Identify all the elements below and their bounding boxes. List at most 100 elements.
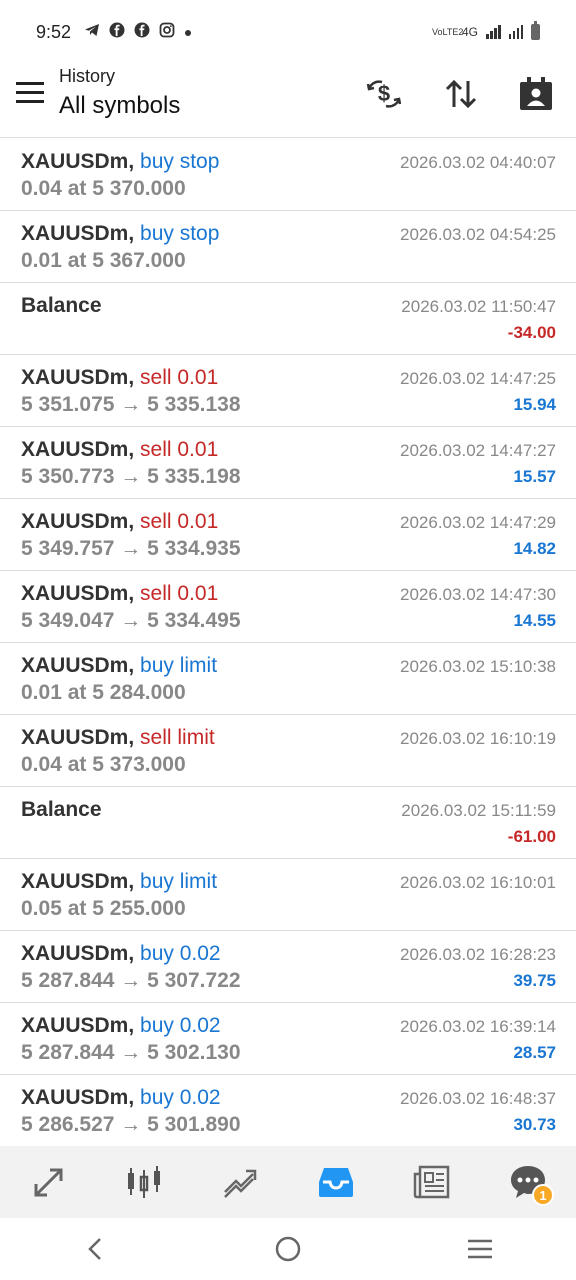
row-detail: 5 351.075 → 5 335.138	[21, 393, 241, 416]
back-icon[interactable]	[66, 1224, 126, 1274]
row-profit: 15.94	[513, 395, 556, 414]
row-order-type: sell 0.01	[140, 510, 219, 533]
row-detail: 0.01 at 5 367.000	[21, 249, 186, 272]
history-row[interactable]: XAUUSDm, buy 0.02 5 286.527 → 5 301.890 20…	[0, 1075, 576, 1147]
row-title: Balance	[21, 798, 102, 822]
row-order-type: buy 0.02	[140, 942, 221, 965]
hamburger-menu-icon[interactable]	[16, 82, 44, 104]
row-title: XAUUSDm, buy 0.02	[21, 942, 221, 966]
history-row[interactable]: XAUUSDm, sell limit 0.04 at 5 373.000 2026…	[0, 715, 576, 787]
row-profit: 28.57	[513, 1043, 556, 1062]
history-row[interactable]: Balance 2026.03.02 15:11:59 -61.00	[0, 787, 576, 859]
row-title: Balance	[21, 294, 102, 318]
row-separator: ,	[128, 510, 141, 533]
messages-icon[interactable]: 1	[498, 1152, 558, 1212]
status-bar: 9:52 VoLTE2 4G	[0, 0, 576, 64]
facebook-icon	[109, 22, 125, 42]
history-row[interactable]: XAUUSDm, buy stop 0.04 at 5 370.000 2026.0…	[0, 139, 576, 211]
row-timestamp: 2026.03.02 16:10:01	[400, 873, 556, 892]
home-icon[interactable]	[258, 1224, 318, 1274]
row-symbol: XAUUSDm	[21, 726, 129, 749]
row-detail: 5 287.844 → 5 307.722	[21, 969, 241, 992]
calendar-period-icon[interactable]	[516, 74, 556, 114]
recent-apps-icon[interactable]	[450, 1224, 510, 1274]
chart-candles-icon[interactable]	[114, 1152, 174, 1212]
row-order-type: sell 0.01	[140, 366, 219, 389]
row-detail: 0.04 at 5 373.000	[21, 753, 186, 776]
row-profit: -61.00	[507, 827, 556, 846]
row-timestamp: 2026.03.02 14:47:25	[400, 369, 556, 388]
row-profit: -34.00	[507, 323, 556, 342]
row-timestamp: 2026.03.02 04:54:25	[400, 225, 556, 244]
row-separator: ,	[128, 222, 141, 245]
row-order-type: sell 0.01	[140, 582, 219, 605]
status-time: 9:52	[36, 21, 72, 42]
news-icon[interactable]	[402, 1152, 462, 1212]
history-list: XAUUSDm, buy stop 0.04 at 5 370.000 2026.0…	[0, 139, 576, 1147]
row-order-type: sell limit	[140, 726, 215, 749]
row-separator: ,	[128, 726, 141, 749]
row-title: XAUUSDm, sell limit	[21, 726, 215, 750]
row-order-type: buy 0.02	[140, 1086, 221, 1109]
row-timestamp: 2026.03.02 14:47:29	[400, 513, 556, 532]
signal-strength-icon	[508, 25, 523, 39]
row-timestamp: 2026.03.02 16:28:23	[400, 945, 556, 964]
row-title: XAUUSDm, sell 0.01	[21, 438, 218, 462]
history-row[interactable]: XAUUSDm, buy limit 0.05 at 5 255.000 2026.…	[0, 859, 576, 931]
history-row[interactable]: XAUUSDm, sell 0.01 5 351.075 → 5 335.138 2…	[0, 355, 576, 427]
network-type: 4G	[461, 25, 478, 39]
volte-indicator: VoLTE2	[431, 26, 464, 37]
row-title: XAUUSDm, buy stop	[21, 150, 219, 174]
row-order-type: buy 0.02	[140, 1014, 221, 1037]
trade-icon[interactable]	[210, 1152, 270, 1212]
history-row[interactable]: XAUUSDm, sell 0.01 5 350.773 → 5 335.198 2…	[0, 427, 576, 499]
history-row[interactable]: Balance 2026.03.02 11:50:47 -34.00	[0, 283, 576, 355]
messages-badge: 1	[532, 1184, 554, 1206]
history-row[interactable]: XAUUSDm, buy stop 0.01 at 5 367.000 2026.0…	[0, 211, 576, 283]
bottom-navigation: 1	[0, 1146, 576, 1218]
row-timestamp: 2026.03.02 14:47:30	[400, 585, 556, 604]
row-separator: ,	[128, 582, 141, 605]
row-title: XAUUSDm, sell 0.01	[21, 366, 218, 390]
row-symbol: XAUUSDm	[21, 222, 129, 245]
history-inbox-icon[interactable]	[306, 1152, 366, 1212]
row-detail: 0.01 at 5 284.000	[21, 681, 186, 704]
sort-icon[interactable]	[441, 74, 481, 114]
history-row[interactable]: XAUUSDm, buy 0.02 5 287.844 → 5 302.130 20…	[0, 1003, 576, 1075]
title-block[interactable]: History All symbols	[59, 66, 180, 120]
row-separator: ,	[128, 942, 141, 965]
row-separator: ,	[128, 1086, 141, 1109]
system-navigation-bar	[0, 1218, 576, 1280]
row-symbol: XAUUSDm	[21, 654, 129, 677]
history-row[interactable]: XAUUSDm, buy limit 0.01 at 5 284.000 2026.…	[0, 643, 576, 715]
row-detail: 5 286.527 → 5 301.890	[21, 1113, 241, 1136]
row-order-type: buy stop	[140, 150, 220, 173]
row-order-type: buy stop	[140, 222, 220, 245]
row-timestamp: 2026.03.02 14:47:27	[400, 441, 556, 460]
history-row[interactable]: XAUUSDm, buy 0.02 5 287.844 → 5 307.722 20…	[0, 931, 576, 1003]
row-profit: 15.57	[513, 467, 556, 486]
row-symbol: XAUUSDm	[21, 942, 129, 965]
row-symbol: XAUUSDm	[21, 870, 129, 893]
row-title: XAUUSDm, buy stop	[21, 222, 219, 246]
row-symbol: Balance	[21, 798, 102, 821]
page-title: All symbols	[59, 92, 181, 119]
row-title: XAUUSDm, buy 0.02	[21, 1014, 221, 1038]
row-timestamp: 2026.03.02 04:40:07	[400, 153, 556, 172]
history-row[interactable]: XAUUSDm, sell 0.01 5 349.047 → 5 334.495 2…	[0, 571, 576, 643]
row-detail: 5 349.757 → 5 334.935	[21, 537, 241, 560]
row-symbol: XAUUSDm	[21, 366, 129, 389]
history-row[interactable]: XAUUSDm, sell 0.01 5 349.757 → 5 334.935 2…	[0, 499, 576, 571]
row-profit: 30.73	[513, 1115, 556, 1134]
row-timestamp: 2026.03.02 11:50:47	[401, 297, 556, 316]
row-separator: ,	[128, 438, 141, 461]
row-title: XAUUSDm, buy limit	[21, 654, 217, 678]
currency-exchange-icon[interactable]: $	[364, 74, 404, 114]
row-detail: 0.04 at 5 370.000	[21, 177, 186, 200]
row-symbol: Balance	[21, 294, 102, 317]
quotes-icon[interactable]	[18, 1152, 78, 1212]
row-title: XAUUSDm, buy 0.02	[21, 1086, 221, 1110]
row-order-type: buy limit	[140, 870, 218, 893]
row-timestamp: 2026.03.02 16:48:37	[400, 1089, 556, 1108]
row-detail: 5 349.047 → 5 334.495	[21, 609, 241, 632]
